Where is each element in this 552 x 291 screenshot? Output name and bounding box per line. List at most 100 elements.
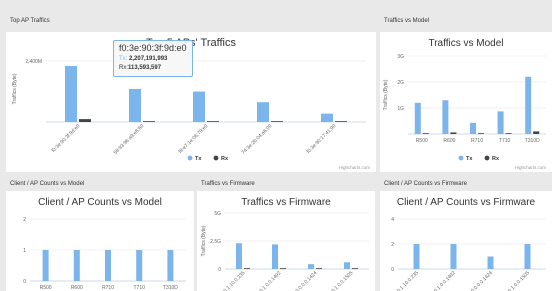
x-tick-label: 10.1.0.0.1505 [505,270,531,291]
bar-ap [105,250,111,281]
bar-ap [413,244,420,269]
bar-tx [236,243,242,269]
bar-tx [470,122,476,134]
panel-client-ap-counts-vs-firmware: Client / AP Counts vs Firmware Client / … [380,175,552,291]
x-tick-label: 10.1.0.0.1492 [257,270,283,291]
bar-rx [79,119,91,122]
x-tick-label: 74:3e:2b:04:a6:00 [241,123,274,156]
y-tick-label: 4 [391,217,394,223]
tooltip-category: f0:3e:90:3f:9d:e0 [119,43,187,53]
chart-traffics-firmware: Traffics vs Firmware 5G 2.5G 0 Traffics (Byt… [197,191,375,291]
bar-ap [450,244,457,269]
bar-ap [42,250,49,281]
bar-tx [321,113,333,122]
y-tick-label: 2,400M [25,59,42,65]
panel-traffics-vs-model: Traffics vs Model Traffics vs Model 3G 2G 1… [380,12,552,172]
x-tick-label: 10.1.0.0.1492 [431,270,457,291]
chart-firmware-svg: Traffics vs Firmware 5G 2.5G 0 Traffics (Byt… [201,197,369,291]
x-tick-label: R600 [443,138,455,144]
bar-rx [505,133,512,134]
bar-tx [525,76,532,134]
legend-label-rx: Rx [492,156,500,162]
x-tick-label: 200.1.10.0.235 [219,270,247,291]
chart-title: Client / AP Counts vs Model [38,197,162,208]
y-tick-label: 1G [397,106,404,112]
panel-client-ap-counts-vs-model: Client / AP Counts vs Model Client / AP … [6,175,194,291]
bar-rx [244,268,250,269]
chart-title: Traffics vs Model [428,38,503,49]
tooltip-tx-row: Tx: 2,207,191,993 [119,55,187,64]
x-tick-label: 58:93:96:a9:e8:60 [113,123,146,156]
y-tick-label: 2 [23,217,26,223]
bar-rx [280,268,286,269]
y-axis-label: Traffics (Byte) [383,79,389,110]
y-tick-label: 3G [397,54,404,60]
bar-tx [257,102,269,122]
legend-marker-rx [213,155,219,161]
x-tick-label: 10.0.0.0.1424 [468,270,494,291]
bar-rx [143,121,155,122]
tooltip-rx-row: Rx:113,593,597 [119,64,187,73]
legend-label-tx: Tx [466,156,473,162]
bar-rx [533,131,540,134]
tooltip-rx-value: 113,593,597 [128,65,162,71]
panel-top-ap-traffics: Top AP Traffics Top 5 APs' Traffics2,400… [6,12,376,172]
bar-rx [450,132,457,134]
y-tick-label: 0 [23,279,26,285]
bar-ap [167,250,174,281]
chart-tooltip: f0:3e:90:3f:9d:e0 Tx: 2,207,191,993 Rx:1… [113,40,193,77]
bar-rx [478,133,484,134]
legend-marker-tx [187,155,193,161]
y-tick-label: 2.5G [210,239,221,245]
legend-marker-rx [484,155,490,161]
panel-title: Client / AP Counts vs Firmware [384,181,467,187]
bar-ap [487,256,494,269]
x-tick-label: R500 [40,285,52,291]
bar-rx [271,121,283,122]
y-tick-label: 0 [218,267,221,273]
y-tick-label: 2 [391,242,394,248]
bar-tx [129,89,141,122]
bar-rx [422,133,429,134]
x-tick-label: f8:e7:1e:06:79:e0 [178,123,210,155]
x-tick-label: 10.0.0.0.1424 [293,270,319,291]
y-axis-label: Traffics (Byte) [12,73,18,104]
panel-title: Traffics vs Firmware [201,181,255,187]
x-tick-label: T710 [499,138,511,144]
y-tick-label: 1 [23,248,26,254]
x-tick-label: T710 [133,285,145,291]
bar-rx [335,121,347,122]
x-tick-label: 10.1.0.0.1505 [329,270,355,291]
x-tick-label: R710 [102,285,114,291]
bar-tx [497,111,504,134]
tooltip-rx-label: Rx: [119,65,128,71]
chart-title: Traffics vs Firmware [241,197,331,208]
x-tick-label: 200.1.10.0.235 [392,270,420,291]
bar-ap [136,250,143,281]
x-tick-label: T310D [163,285,178,291]
chart-title: Client / AP Counts vs Firmware [397,197,536,208]
bar-tx [308,264,314,269]
bar-ap [73,250,80,281]
bar-tx [65,65,77,122]
y-axis-label: Traffics (Byte) [201,225,207,256]
bar-tx [272,244,278,269]
x-tick-label: f0:3e:90:3f:9d:e0 [51,123,82,154]
x-tick-label: f0:3e:90:17:41:90 [306,123,338,155]
x-tick-label: R500 [416,138,428,144]
chart-model-svg: Traffics vs Model 3G 2G 1G Traffics (Byte) R5… [383,38,546,170]
bar-tx [193,91,205,122]
x-tick-label: T310D [525,138,540,144]
chart-clientfirmware-svg: Client / AP Counts vs Firmware 4 2 0200.1.1… [391,197,546,291]
bar-rx [207,121,219,122]
y-tick-label: 2G [397,80,404,86]
tooltip-tx-label: Tx: [119,56,128,62]
tooltip-tx-value: 2,207,191,993 [129,56,168,62]
x-tick-label: R710 [471,138,483,144]
panel-title: Traffics vs Model [384,18,430,24]
chart-client-model: Client / AP Counts vs Model 2 1 0 R500 R600 R7… [6,191,194,291]
chart-client-firmware: Client / AP Counts vs Firmware 4 2 0 200.1.1… [380,191,552,291]
bar-rx [352,268,358,269]
legend-marker-tx [458,155,464,161]
bar-tx [344,262,350,269]
